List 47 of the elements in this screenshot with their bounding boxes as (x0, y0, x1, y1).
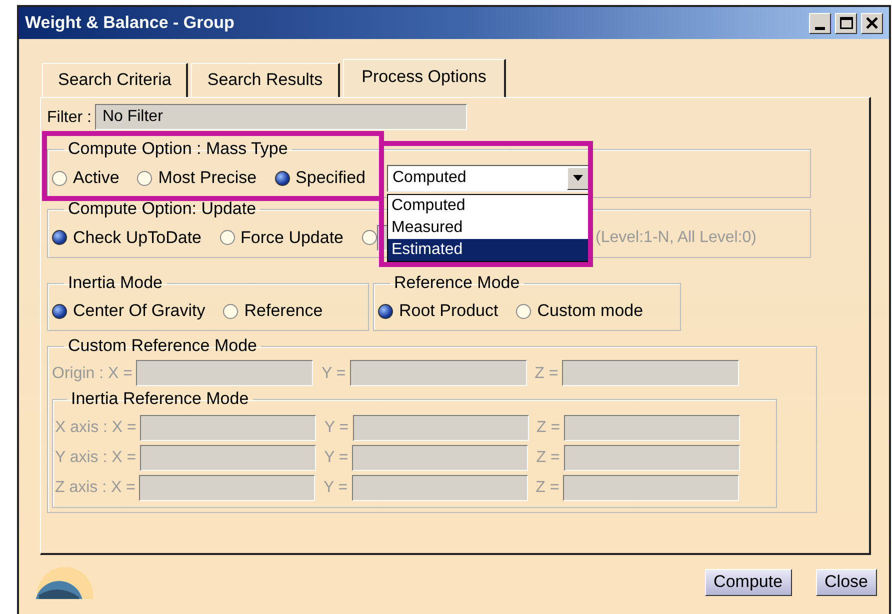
radio-option[interactable]: Active (52, 168, 120, 188)
field-label: Y = (324, 418, 349, 438)
radio-option[interactable]: Most Precise (137, 168, 257, 188)
field-label: Z = (534, 364, 558, 383)
radio-option[interactable]: Check UpToDate (52, 228, 202, 248)
field-label: Z = (536, 478, 560, 498)
dropdown-option[interactable]: Computed (388, 194, 590, 217)
maximize-icon (840, 17, 852, 29)
group-title: Compute Option : Mass Type (67, 140, 289, 160)
tab[interactable]: Search Results (191, 63, 340, 98)
radio-option[interactable]: Center Of Gravity (52, 301, 206, 322)
field-label: Y axis : X = (55, 448, 136, 468)
close-icon (866, 17, 878, 29)
tab[interactable]: Process Options (342, 59, 506, 98)
dialog-button[interactable]: Close (816, 569, 877, 596)
radio-button[interactable] (362, 230, 377, 246)
group-title: Inertia Mode (67, 274, 164, 292)
field-label: Z = (536, 418, 560, 438)
minimize-icon (815, 26, 825, 30)
tab[interactable]: Search Criteria (42, 63, 188, 98)
dropdown-option[interactable]: Estimated (388, 238, 590, 261)
close-button[interactable] (861, 12, 883, 34)
field-label: Y = (321, 364, 346, 383)
field-label: X axis : X = (55, 418, 136, 438)
level-hint: (Level:1-N, All Level:0) (596, 228, 756, 248)
group-title: Custom Reference Mode (67, 337, 258, 356)
minimize-button[interactable] (809, 12, 831, 34)
window-title: Weight & Balance - Group (25, 12, 234, 34)
filter-field[interactable]: No Filter (95, 104, 468, 130)
field-label: Z axis : X = (55, 478, 136, 498)
maximize-button[interactable] (835, 12, 857, 34)
dropdown-option[interactable]: Measured (388, 216, 590, 239)
field-label: Z = (536, 448, 560, 468)
radio-option[interactable]: Root Product (378, 301, 498, 322)
radio-option[interactable]: Reference (223, 301, 323, 322)
radio-option[interactable]: Force Update (220, 228, 344, 248)
group-title: Compute Option: Update (67, 200, 258, 219)
group-title: Inertia Reference Mode (70, 390, 250, 409)
group-title: Reference Mode (393, 274, 521, 292)
field-label: Y = (324, 448, 348, 468)
radio-option[interactable]: Specified (274, 168, 366, 188)
dropdown[interactable]: Computed (387, 164, 590, 192)
field-label: Y = (323, 478, 348, 498)
dialog-button[interactable]: Compute (704, 569, 792, 596)
field-label: Origin : X = (52, 364, 132, 383)
radio-option[interactable]: Custom mode (516, 301, 644, 322)
filter-label: Filter : (47, 108, 92, 127)
